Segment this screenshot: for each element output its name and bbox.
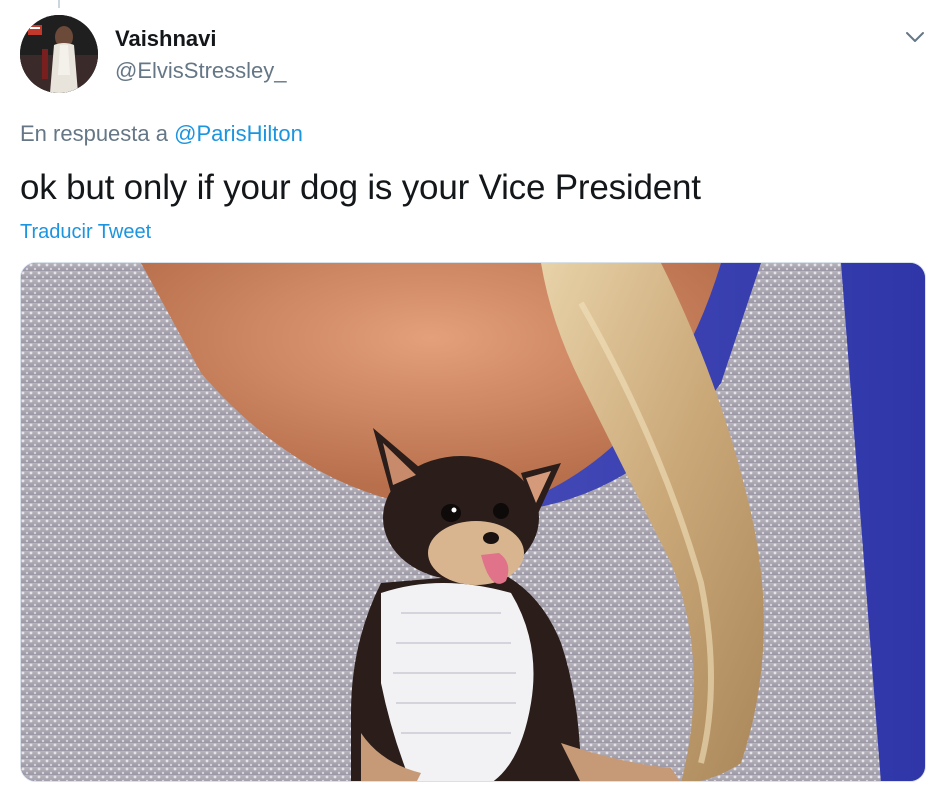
translate-tweet-link[interactable]: Traducir Tweet	[20, 221, 151, 244]
author-handle[interactable]: @ElvisStressley_	[115, 58, 287, 84]
reply-context-prefix: En respuesta a	[20, 121, 175, 146]
avatar[interactable]	[20, 15, 98, 93]
reply-context: En respuesta a @ParisHilton	[20, 121, 303, 147]
tweet-text: ok but only if your dog is your Vice Pre…	[20, 168, 701, 207]
reply-mention-link[interactable]: @ParisHilton	[174, 121, 303, 146]
author-display-name[interactable]: Vaishnavi	[115, 26, 217, 52]
tweet: Vaishnavi @ElvisStressley_ En respuesta …	[0, 0, 948, 804]
tweet-media-photo[interactable]	[20, 262, 926, 782]
photo-image	[21, 263, 925, 781]
chevron-down-icon[interactable]	[904, 26, 926, 48]
avatar-image	[20, 15, 98, 93]
